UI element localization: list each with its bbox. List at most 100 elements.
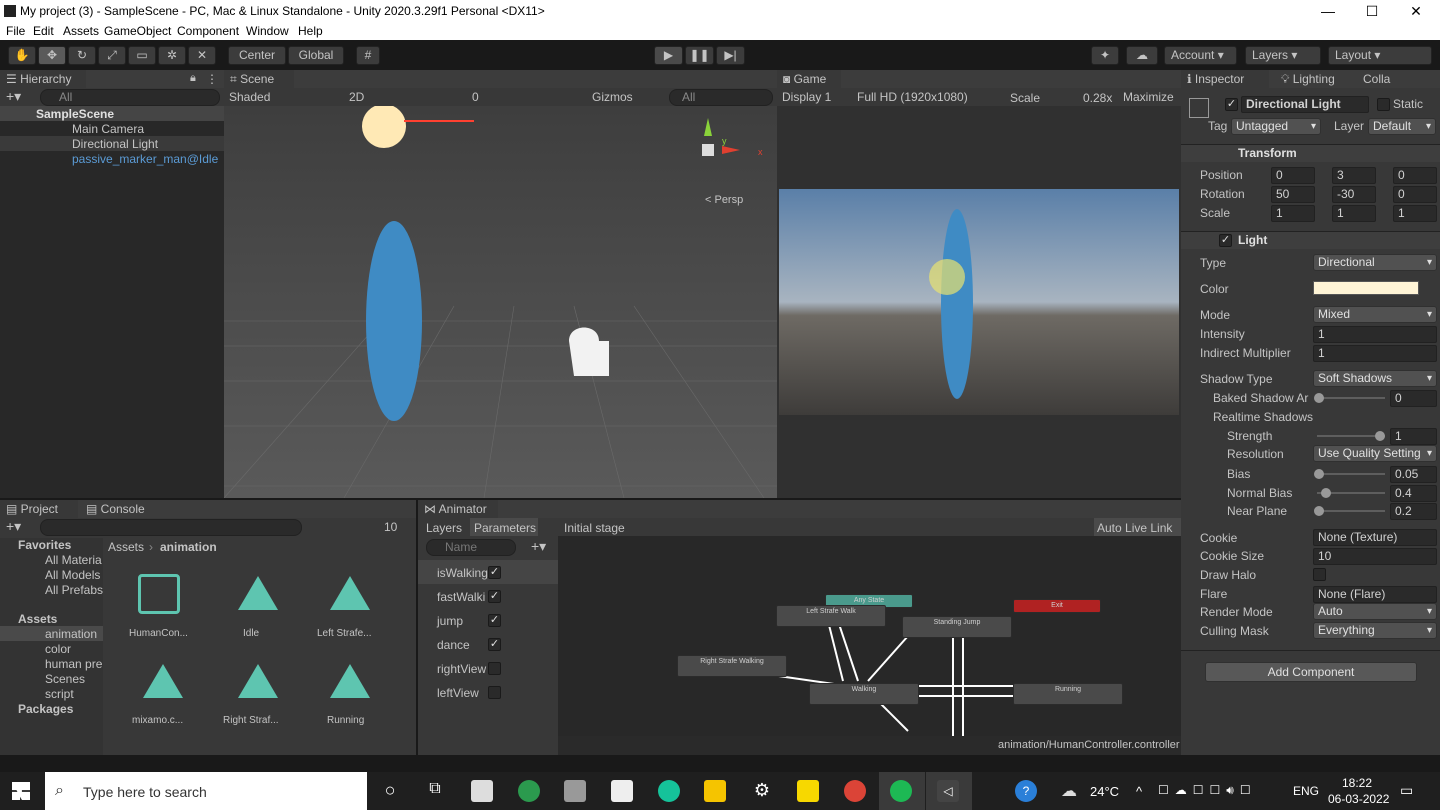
file-idle[interactable]: Idle: [243, 628, 259, 639]
param-rightview[interactable]: rightView: [437, 662, 486, 676]
tab-lighting[interactable]: 💡︎ Lighting: [1275, 70, 1355, 88]
folder-animation[interactable]: animation: [45, 627, 97, 641]
tab-inspector[interactable]: ℹ Inspector: [1181, 70, 1269, 88]
sync-app-icon[interactable]: [518, 780, 540, 802]
maximize-icon[interactable]: ☐: [1350, 0, 1394, 22]
add-icon[interactable]: +▾: [6, 88, 21, 105]
menu-window[interactable]: Window: [246, 24, 289, 38]
baked-shadow-field[interactable]: 0: [1390, 390, 1437, 407]
baked-shadow-knob[interactable]: [1314, 393, 1324, 403]
bias-slider[interactable]: [1317, 473, 1385, 475]
position-z[interactable]: 0: [1393, 167, 1437, 184]
scale-y[interactable]: 1: [1332, 205, 1376, 222]
more-icon[interactable]: ⋮: [206, 72, 218, 86]
game-viewport[interactable]: [779, 189, 1179, 415]
favorites-item-models[interactable]: All Models: [45, 568, 100, 582]
rotation-z[interactable]: 0: [1393, 186, 1437, 203]
render-mode-dropdown[interactable]: Auto: [1313, 603, 1437, 620]
param-dance[interactable]: dance: [437, 638, 470, 652]
state-exit[interactable]: Exit: [1013, 599, 1101, 613]
gizmos-dropdown[interactable]: Gizmos: [592, 90, 633, 104]
scene-search[interactable]: All: [669, 89, 773, 106]
param-rightview-checkbox[interactable]: [488, 662, 501, 675]
transform-title[interactable]: Transform: [1238, 146, 1297, 160]
active-checkbox[interactable]: ✓: [1225, 98, 1238, 111]
windows-start-icon[interactable]: [12, 782, 30, 800]
tab-collab[interactable]: Colla: [1357, 70, 1397, 88]
pause-icon[interactable]: ❚❚: [685, 46, 714, 65]
scene-viewport[interactable]: [224, 106, 777, 498]
task-view-icon[interactable]: ⧉: [424, 780, 446, 802]
menu-gameobject[interactable]: GameObject: [104, 24, 171, 38]
clock-date[interactable]: 06-03-2022: [1328, 792, 1389, 806]
menu-help[interactable]: Help: [298, 24, 323, 38]
controller-icon[interactable]: [138, 574, 180, 614]
file-mixamo[interactable]: mixamo.c...: [132, 715, 183, 726]
rotate-tool-icon[interactable]: ↻: [68, 46, 96, 65]
flare-field[interactable]: None (Flare): [1313, 586, 1437, 603]
position-y[interactable]: 3: [1332, 167, 1376, 184]
folder-scenes[interactable]: Scenes: [45, 672, 85, 686]
param-iswalking-checkbox[interactable]: ✓: [488, 566, 501, 579]
near-plane-slider[interactable]: [1317, 510, 1385, 512]
tab-project[interactable]: ▤ Project: [0, 500, 78, 518]
temperature[interactable]: 24°C: [1090, 784, 1119, 799]
light-type-dropdown[interactable]: Directional: [1313, 254, 1437, 271]
clock-time[interactable]: 18:22: [1342, 776, 1372, 790]
shading-dropdown[interactable]: Shaded: [229, 90, 270, 104]
resolution-dropdown[interactable]: Use Quality Setting: [1313, 445, 1437, 462]
2d-toggle[interactable]: 2D: [349, 90, 364, 104]
state-walking[interactable]: Walking: [809, 683, 919, 705]
close-icon[interactable]: ✕: [1394, 0, 1438, 22]
language-indicator[interactable]: ENG: [1293, 784, 1319, 798]
rect-tool-icon[interactable]: ▭: [128, 46, 156, 65]
state-running[interactable]: Running: [1013, 683, 1123, 705]
file-running[interactable]: Running: [327, 715, 364, 726]
draw-halo-checkbox[interactable]: [1313, 568, 1326, 581]
hierarchy-item-marker-man[interactable]: passive_marker_man@Idle: [72, 152, 218, 166]
scale-z[interactable]: 1: [1393, 205, 1437, 222]
file-left-strafe[interactable]: Left Strafe...: [317, 628, 371, 639]
indirect-field[interactable]: 1: [1313, 345, 1437, 362]
file-explorer-icon[interactable]: [704, 780, 726, 802]
file-right-strafe[interactable]: Right Straf...: [223, 715, 279, 726]
tab-scene[interactable]: ⌗ Scene: [224, 70, 294, 88]
layout-dropdown[interactable]: Layout ▾: [1328, 46, 1432, 65]
packages-header[interactable]: Packages: [18, 702, 73, 716]
assets-header[interactable]: Assets: [18, 612, 57, 626]
anim-clip-rightstrafe-icon[interactable]: [238, 664, 278, 698]
position-x[interactable]: 0: [1271, 167, 1315, 184]
tab-hierarchy[interactable]: ☰ Hierarchy: [0, 70, 86, 88]
resolution-dropdown[interactable]: Full HD (1920x1080): [857, 90, 968, 104]
menu-component[interactable]: Component: [177, 24, 239, 38]
favorites-item-materials[interactable]: All Materia: [45, 553, 102, 567]
near-plane-field[interactable]: 0.2: [1390, 503, 1437, 520]
animator-graph[interactable]: [558, 536, 1181, 736]
persp-label[interactable]: < Persp: [705, 194, 743, 206]
camera-app-icon[interactable]: [611, 780, 633, 802]
baked-shadow-slider[interactable]: [1317, 397, 1385, 399]
hierarchy-search[interactable]: All: [40, 89, 220, 106]
shadow-type-dropdown[interactable]: Soft Shadows: [1313, 370, 1437, 387]
folder-script[interactable]: script: [45, 687, 74, 701]
light-title[interactable]: Light: [1238, 233, 1267, 247]
cortana-icon[interactable]: ○: [379, 780, 401, 802]
grammarly-icon[interactable]: [658, 780, 680, 802]
near-plane-knob[interactable]: [1314, 506, 1324, 516]
minimize-icon[interactable]: —: [1306, 0, 1350, 22]
anim-clip-idle-icon[interactable]: [238, 576, 278, 610]
layer-dropdown[interactable]: Default: [1368, 118, 1436, 135]
state-right-strafe[interactable]: Right Strafe Walking: [677, 655, 787, 677]
strength-knob[interactable]: [1375, 431, 1385, 441]
folder-color[interactable]: color: [45, 642, 71, 656]
light-enabled-checkbox[interactable]: ✓: [1219, 234, 1232, 247]
chrome-icon[interactable]: [844, 780, 866, 802]
favorites-header[interactable]: Favorites: [18, 538, 71, 552]
collab-icon[interactable]: ✦: [1091, 46, 1119, 65]
unity-taskbar-icon[interactable]: ◁: [937, 780, 959, 802]
hierarchy-item-directional-light[interactable]: Directional Light: [72, 137, 158, 151]
static-checkbox[interactable]: [1377, 98, 1390, 111]
state-left-strafe[interactable]: Left Strafe Walk: [776, 605, 886, 627]
tray-chevron-icon[interactable]: ^: [1136, 784, 1142, 799]
cloud-icon[interactable]: ☁: [1126, 46, 1158, 65]
